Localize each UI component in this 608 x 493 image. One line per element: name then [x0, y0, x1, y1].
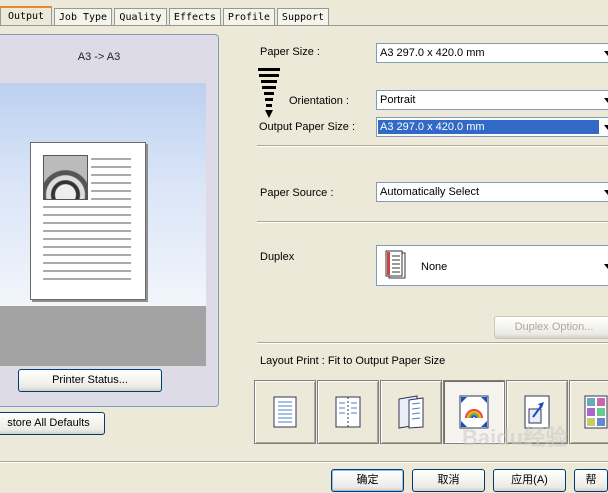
tab-output[interactable]: Output: [0, 6, 52, 26]
apply-button[interactable]: 应用(A): [493, 469, 566, 492]
preview-gray-area: [0, 306, 206, 366]
booklet-layout-icon: [335, 396, 361, 428]
tab-label: Quality: [119, 12, 162, 23]
select-value: A3 297.0 x 420.0 mm: [380, 47, 485, 59]
layout-standard-button[interactable]: [254, 380, 316, 444]
layout-poster-button[interactable]: [380, 380, 442, 444]
duplex-select[interactable]: None: [376, 245, 608, 286]
select-value: Portrait: [380, 94, 416, 106]
tab-label: Profile: [227, 12, 271, 23]
tab-label: Effects: [173, 12, 217, 23]
divider: [257, 342, 608, 344]
layout-print-label: Layout Print : Fit to Output Paper Size: [260, 355, 446, 367]
chevron-down-icon[interactable]: [603, 44, 608, 62]
preview-area: [0, 83, 206, 306]
chevron-down-icon[interactable]: [603, 246, 608, 285]
divider: [257, 145, 608, 147]
button-label: 确定: [356, 474, 379, 486]
duplex-label: Duplex: [260, 251, 295, 263]
button-label: store All Defaults: [7, 417, 90, 429]
divider: [257, 221, 608, 223]
standard-layout-icon: [273, 396, 297, 428]
button-label: 帮: [585, 474, 597, 486]
dialog-divider: [0, 461, 608, 463]
chevron-down-icon[interactable]: [603, 183, 608, 201]
tab-effects[interactable]: Effects: [169, 8, 221, 26]
preview-panel: A3 -> A3 Printer Status...: [0, 34, 219, 407]
multi-page-icon: [584, 395, 608, 429]
layout-multi-page-button[interactable]: [569, 380, 608, 444]
button-label: 取消: [437, 474, 460, 486]
tab-divider: [0, 25, 608, 26]
paper-source-label: Paper Source :: [260, 187, 334, 199]
tab-label: Output: [7, 11, 45, 22]
restore-defaults-button[interactable]: store All Defaults: [0, 412, 105, 435]
chevron-down-icon[interactable]: [603, 91, 608, 109]
printer-status-button[interactable]: Printer Status...: [18, 369, 162, 392]
select-value: A3 297.0 x 420.0 mm: [378, 120, 599, 134]
tab-profile[interactable]: Profile: [223, 8, 275, 26]
button-label: Duplex Option...: [514, 321, 594, 333]
tab-label: Job Type: [58, 12, 108, 23]
duplex-option-button[interactable]: Duplex Option...: [494, 316, 608, 339]
ok-button[interactable]: 确定: [331, 469, 404, 492]
paper-source-select[interactable]: Automatically Select: [376, 182, 608, 202]
paper-size-select[interactable]: A3 297.0 x 420.0 mm: [376, 43, 608, 63]
tab-support[interactable]: Support: [277, 8, 329, 26]
paper-size-label: Paper Size :: [260, 46, 320, 58]
paper-preview: [30, 142, 146, 300]
tab-label: Support: [281, 12, 325, 23]
help-button[interactable]: 帮: [574, 469, 608, 492]
tab-quality[interactable]: Quality: [114, 8, 167, 26]
button-label: Printer Status...: [52, 374, 128, 386]
watermark-text: Baidu经验: [462, 425, 568, 450]
select-value: None: [421, 261, 448, 273]
tab-strip: Output Job Type Quality Effects Profile …: [0, 0, 608, 26]
button-label: 应用(A): [511, 474, 548, 486]
tab-job-type[interactable]: Job Type: [54, 8, 112, 26]
text-lines-graphic: [43, 158, 131, 280]
duplex-document-icon: [385, 250, 406, 279]
output-paper-size-label: Output Paper Size :: [259, 121, 355, 133]
preview-title: A3 -> A3: [77, 51, 121, 63]
select-value: Automatically Select: [380, 186, 480, 198]
poster-layout-icon: [398, 395, 424, 429]
output-paper-size-select[interactable]: A3 297.0 x 420.0 mm: [376, 117, 608, 137]
cancel-button[interactable]: 取消: [412, 469, 485, 492]
chevron-down-icon[interactable]: [603, 118, 608, 136]
layout-booklet-button[interactable]: [317, 380, 379, 444]
funnel-arrow-icon: [258, 68, 280, 118]
orientation-label: Orientation :: [289, 95, 349, 107]
orientation-select[interactable]: Portrait: [376, 90, 608, 110]
